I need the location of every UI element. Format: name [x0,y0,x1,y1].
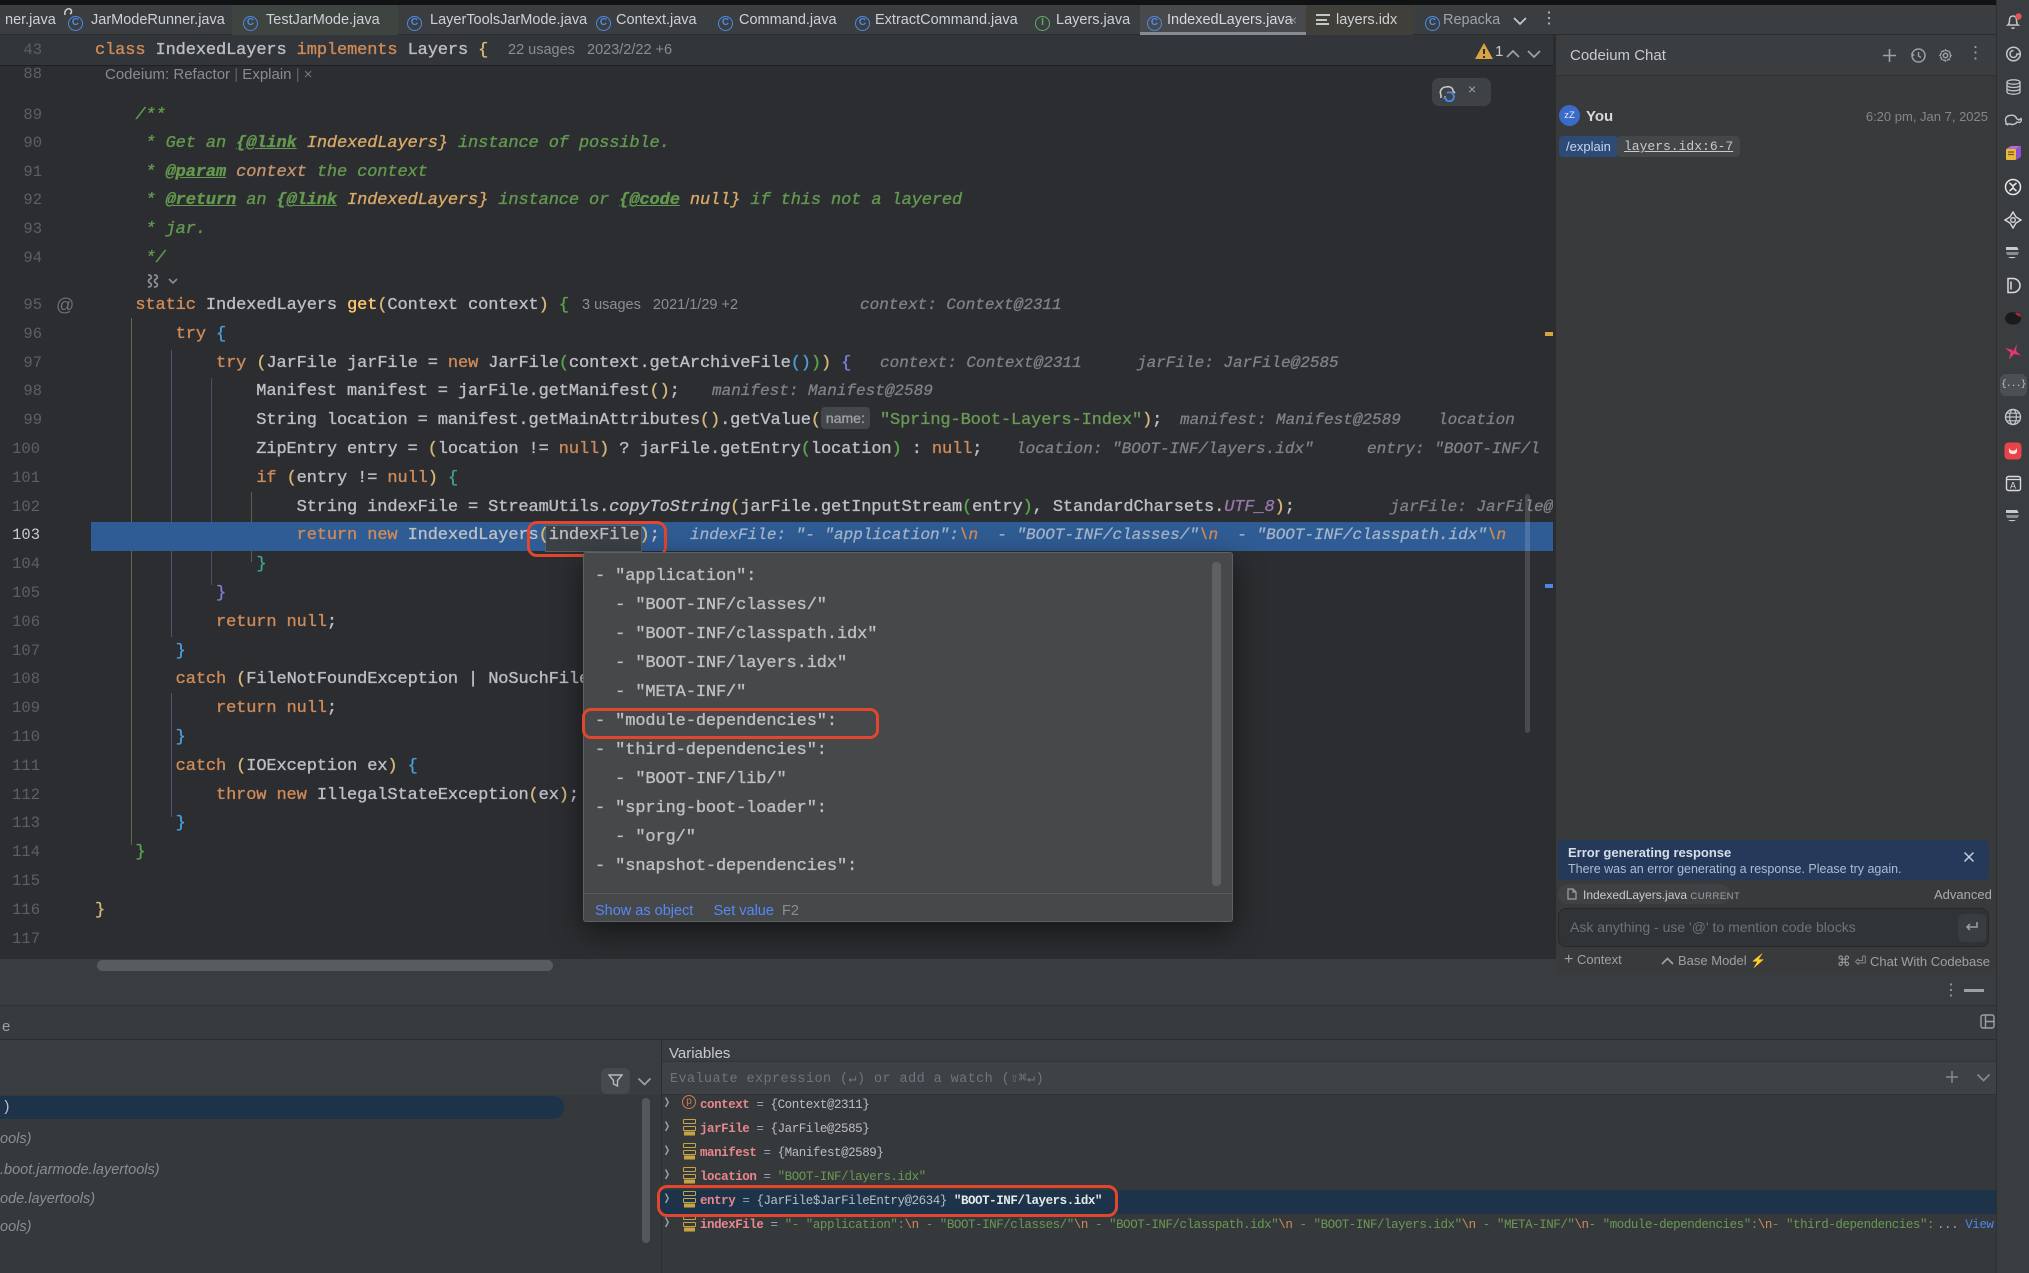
svg-text:A: A [2010,481,2016,491]
